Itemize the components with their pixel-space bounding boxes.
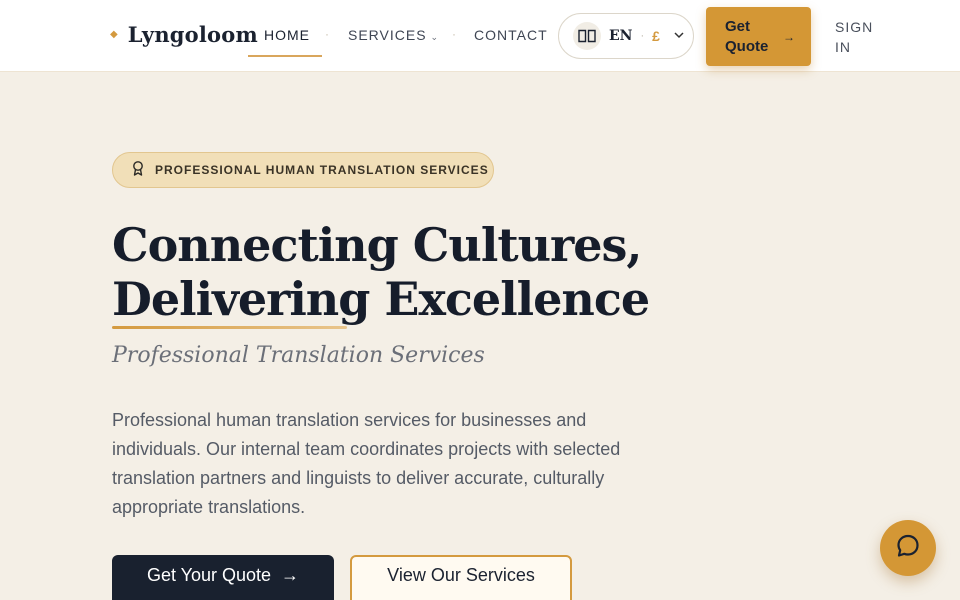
chevron-down-icon: ⌄ xyxy=(430,32,440,42)
hero-description: Professional human translation services … xyxy=(112,410,621,517)
locale-separator: · xyxy=(640,30,645,42)
hero-title: Connecting Cultures, Delivering Excellen… xyxy=(112,218,650,326)
arrow-right-icon: → xyxy=(783,29,795,44)
site-header: ◆ Lyngoloom HOME · SERVICES ⌄ · CONTACT E… xyxy=(0,0,960,72)
hero-subtitle: Professional Translation Services xyxy=(112,343,485,368)
hero-badge: PROFESSIONAL HUMAN TRANSLATION SERVICES xyxy=(112,152,494,188)
arrow-right-icon: → xyxy=(281,564,300,585)
get-quote-button[interactable]: Get Quote → xyxy=(706,7,811,66)
chat-launcher-button[interactable] xyxy=(880,520,936,576)
nav-separator: · xyxy=(325,27,329,41)
title-underline xyxy=(112,326,347,329)
view-services-label: View Our Services xyxy=(387,564,535,585)
get-your-quote-label: Get Your Quote xyxy=(146,564,272,585)
nav-services-label: SERVICES xyxy=(348,27,427,43)
brand-name: Lyngoloom xyxy=(127,22,258,47)
language-currency-selector[interactable]: EN · £ xyxy=(558,13,694,59)
view-services-button[interactable]: View Our Services xyxy=(350,555,572,600)
get-quote-label: Get Quote xyxy=(725,17,769,55)
language-code: EN xyxy=(609,28,633,44)
sign-in-link[interactable]: SIGN IN xyxy=(835,17,885,57)
currency-symbol: £ xyxy=(652,28,660,44)
chevron-down-icon xyxy=(674,31,684,42)
nav-separator: · xyxy=(452,27,456,41)
nav-active-indicator xyxy=(248,55,322,57)
nav-contact[interactable]: CONTACT xyxy=(474,27,548,43)
nav-services[interactable]: SERVICES ⌄ xyxy=(348,27,439,43)
chat-bubble-icon xyxy=(895,533,921,564)
get-your-quote-button[interactable]: Get Your Quote → xyxy=(112,555,334,600)
award-icon xyxy=(131,160,145,181)
book-open-icon xyxy=(573,22,601,50)
diamond-icon: ◆ xyxy=(110,28,118,40)
brand-logo[interactable]: ◆ Lyngoloom xyxy=(110,22,258,47)
nav-home[interactable]: HOME xyxy=(264,27,310,43)
hero-badge-text: PROFESSIONAL HUMAN TRANSLATION SERVICES xyxy=(155,163,489,177)
